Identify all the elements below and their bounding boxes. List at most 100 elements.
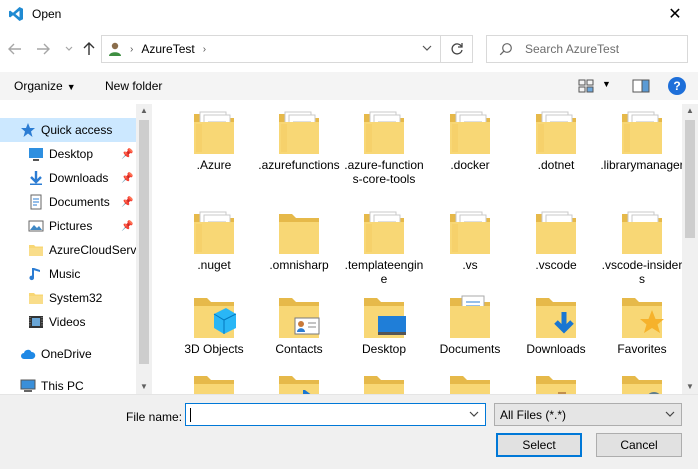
file-name-input[interactable]	[185, 403, 486, 426]
file-tile-label: .vs	[462, 258, 478, 272]
preview-pane-icon[interactable]	[632, 78, 650, 94]
scroll-down-icon[interactable]: ▼	[682, 380, 698, 394]
file-tile[interactable]	[257, 366, 341, 394]
select-button[interactable]: Select	[496, 433, 582, 457]
pin-icon[interactable]: 📌	[121, 149, 133, 160]
file-tile[interactable]	[514, 366, 598, 394]
scroll-up-icon[interactable]: ▲	[136, 104, 152, 118]
file-tile[interactable]	[600, 366, 682, 394]
file-tile[interactable]: Documents	[428, 288, 512, 370]
recent-locations-button[interactable]	[60, 39, 78, 59]
folder-icon	[450, 211, 490, 254]
folder-icon	[536, 111, 576, 154]
new-folder-button[interactable]: New folder	[105, 79, 162, 93]
file-tile-label: .nuget	[197, 258, 231, 272]
pin-icon[interactable]: 📌	[121, 221, 133, 232]
file-tile[interactable]: Favorites	[600, 288, 682, 370]
help-button[interactable]: ?	[668, 77, 686, 95]
videos-icon	[29, 316, 43, 328]
file-type-dropdown[interactable]	[665, 409, 675, 420]
file-tile[interactable]: .dotnet	[514, 104, 598, 186]
address-bar[interactable]: › AzureTest ›	[101, 35, 441, 63]
file-tile[interactable]: .Azure	[172, 104, 256, 186]
view-options-icon[interactable]	[578, 78, 594, 94]
sidebar-item[interactable]: System32	[0, 286, 136, 310]
file-tile[interactable]: 3D Objects	[172, 288, 256, 370]
search-placeholder: Search AzureTest	[525, 42, 620, 56]
scroll-thumb[interactable]	[139, 120, 149, 364]
file-tile-label: .Azure	[196, 158, 232, 172]
star-icon	[21, 123, 35, 137]
sidebar-scrollbar[interactable]: ▲ ▼	[136, 104, 152, 394]
folder-icon	[194, 376, 234, 394]
file-tile[interactable]	[172, 366, 256, 394]
address-dropdown[interactable]	[422, 43, 432, 55]
sidebar-item[interactable]: Downloads 📌	[0, 166, 136, 190]
file-tile[interactable]	[342, 366, 426, 394]
file-tile[interactable]: .vscode	[514, 204, 598, 286]
user-folder-icon	[109, 42, 121, 56]
file-tile-label: .docker	[450, 158, 490, 172]
file-list: .Azure .azurefunctions .azure-functions-co…	[152, 104, 682, 394]
dialog-footer: File name: All Files (*.*) Select Cancel	[0, 394, 698, 469]
file-tile[interactable]: .azure-functions-core-tools	[342, 104, 426, 186]
forward-button[interactable]	[34, 39, 52, 59]
search-input[interactable]: Search AzureTest	[486, 35, 688, 63]
pin-icon[interactable]: 📌	[121, 197, 133, 208]
file-tile[interactable]: .docker	[428, 104, 512, 186]
file-tile[interactable]: .librarymanager	[600, 104, 682, 186]
scroll-thumb[interactable]	[685, 120, 695, 238]
up-button[interactable]	[80, 39, 98, 59]
sidebar-item-label: AzureCloudServi	[49, 243, 136, 257]
file-tile[interactable]: {} .vscode-insiders	[600, 204, 682, 286]
close-button[interactable]: ✕	[652, 0, 698, 28]
refresh-button[interactable]	[441, 35, 473, 63]
file-tile[interactable]: Desktop	[342, 288, 426, 370]
file-tile[interactable]: Contacts	[257, 288, 341, 370]
folder-icon	[622, 111, 662, 154]
sidebar-item-label: Desktop	[49, 147, 94, 161]
sidebar-item-label: Music	[49, 267, 81, 281]
sidebar-item[interactable]: AzureCloudServi	[0, 238, 136, 262]
sidebar-item[interactable]: Quick access	[0, 118, 136, 142]
file-name-dropdown[interactable]	[469, 409, 479, 420]
folder-icon	[536, 376, 576, 394]
sidebar-item[interactable]: Desktop 📌	[0, 142, 136, 166]
file-tile-label: .vscode	[535, 258, 577, 272]
computer-icon	[20, 379, 36, 392]
file-tile[interactable]: .vs	[428, 204, 512, 286]
folder-icon	[622, 376, 662, 394]
file-tile[interactable]: .nuget	[172, 204, 256, 286]
file-tile[interactable]: Downloads	[514, 288, 598, 370]
sidebar-item[interactable]: Pictures 📌	[0, 214, 136, 238]
back-button[interactable]	[6, 39, 24, 59]
folder-icon	[622, 298, 664, 338]
file-type-select[interactable]: All Files (*.*)	[494, 403, 682, 426]
address-segment[interactable]: AzureTest	[141, 42, 194, 56]
file-tile-label: Downloads	[526, 342, 586, 356]
file-tile[interactable]: .omnisharp	[257, 204, 341, 286]
view-options-dropdown[interactable]: ▼	[602, 79, 611, 89]
sidebar-item-label: OneDrive	[41, 347, 92, 361]
folder-icon	[194, 211, 234, 254]
command-toolbar: Organize ▼ New folder ▼ ?	[0, 72, 698, 100]
sidebar-item[interactable]: OneDrive	[0, 342, 136, 366]
scroll-up-icon[interactable]: ▲	[682, 104, 698, 118]
vscode-icon	[9, 7, 23, 21]
cancel-button[interactable]: Cancel	[596, 433, 682, 457]
sidebar-item[interactable]: Documents 📌	[0, 190, 136, 214]
file-tile[interactable]: .templateengine	[342, 204, 426, 286]
file-list-scrollbar[interactable]: ▲ ▼	[682, 104, 698, 394]
sidebar-item[interactable]: Music	[0, 262, 136, 286]
desktop-icon	[29, 148, 43, 161]
sidebar-item[interactable]: Videos	[0, 310, 136, 334]
file-tile[interactable]: .azurefunctions	[257, 104, 341, 186]
folder-icon	[536, 211, 576, 254]
file-tile[interactable]	[428, 366, 512, 394]
sidebar-item-label: Pictures	[49, 219, 93, 233]
organize-button[interactable]: Organize ▼	[14, 79, 76, 93]
scroll-down-icon[interactable]: ▼	[136, 380, 152, 394]
pin-icon[interactable]: 📌	[121, 173, 133, 184]
chevron-down-icon	[469, 411, 479, 417]
sidebar-item[interactable]: This PC	[0, 374, 136, 394]
